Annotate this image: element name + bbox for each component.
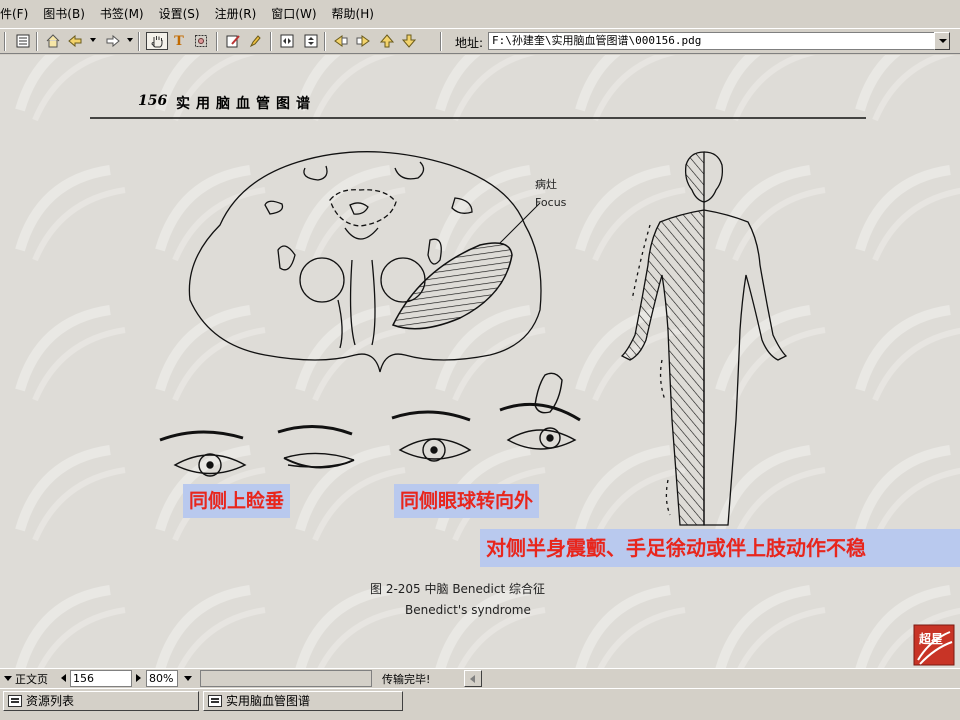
prev-page-arrow-icon[interactable]	[61, 674, 66, 682]
address-dropdown-button[interactable]	[934, 32, 950, 50]
list-icon	[8, 695, 22, 707]
menu-settings[interactable]: 设置(S)	[152, 0, 208, 28]
toolbar-separator	[216, 32, 218, 51]
annotate-icon[interactable]	[224, 32, 242, 50]
taskbar-label: 资源列表	[26, 694, 75, 708]
contents-icon[interactable]	[14, 32, 32, 50]
scroll-left-icon	[470, 675, 475, 683]
zoom-dropdown-icon[interactable]	[184, 676, 192, 681]
toolbar: T 地址: F:\孙建奎\实用脑血管图谱\000156.pdg	[0, 28, 960, 54]
menu-books[interactable]: 图书(B)	[36, 0, 93, 28]
svg-text:超星: 超星	[918, 631, 943, 646]
previous-page-icon[interactable]	[378, 32, 396, 50]
toolbar-grip	[4, 32, 6, 51]
address-input[interactable]: F:\孙建奎\实用脑血管图谱\000156.pdg	[488, 32, 936, 50]
menu-file[interactable]: 件(F)	[0, 0, 36, 28]
book-icon	[208, 695, 222, 707]
page-width-icon[interactable]	[278, 32, 296, 50]
toolbar-separator	[36, 32, 38, 51]
forward-dropdown-icon[interactable]	[127, 38, 133, 42]
back-arrow-icon[interactable]	[66, 32, 84, 50]
page-number-input[interactable]: 156	[70, 670, 132, 687]
back-dropdown-icon[interactable]	[90, 38, 96, 42]
taskbar-label: 实用脑血管图谱	[226, 694, 311, 708]
highlighter-icon[interactable]	[246, 32, 264, 50]
forward-arrow-icon[interactable]	[104, 32, 122, 50]
status-scroll-left-button[interactable]	[464, 670, 482, 687]
toolbar-separator	[324, 32, 326, 51]
address-label: 地址:	[455, 36, 484, 50]
select-region-icon[interactable]	[192, 32, 210, 50]
home-icon[interactable]	[44, 32, 62, 50]
transfer-status-text: 传输完毕!	[382, 673, 431, 686]
focus-label-cn: 病灶	[535, 177, 557, 191]
ptosis-caption: 同侧上睑垂	[183, 484, 291, 518]
scanned-page-image: 病灶 Focus 超星	[0, 55, 960, 668]
figure-caption-en: Benedict's syndrome	[405, 603, 531, 617]
toolbar-separator	[138, 32, 140, 51]
page-type-dropdown-icon[interactable]	[4, 676, 12, 681]
menu-window[interactable]: 窗口(W)	[264, 0, 324, 28]
menu-bookmarks[interactable]: 书签(M)	[93, 0, 152, 28]
last-page-icon[interactable]	[354, 32, 372, 50]
book-title-header: 实用脑血管图谱	[176, 96, 316, 112]
toolbar-separator	[270, 32, 272, 51]
zoom-input[interactable]: 80%	[146, 670, 178, 687]
menu-help[interactable]: 帮助(H)	[325, 0, 382, 28]
page-height-icon[interactable]	[302, 32, 320, 50]
next-page-icon[interactable]	[400, 32, 418, 50]
page-number: 156	[138, 93, 168, 109]
page-type-label[interactable]: 正文页	[15, 671, 48, 687]
status-bar: 正文页 156 80% 传输完毕!	[0, 668, 960, 688]
next-page-arrow-icon[interactable]	[136, 674, 141, 682]
document-viewport[interactable]: 病灶 Focus 超星 156 实用脑血管图谱 同侧上睑垂 同侧眼球转向外 对侧…	[0, 55, 960, 668]
toolbar-separator	[440, 32, 442, 51]
tremor-caption: 对侧半身震颤、手足徐动或伴上肢动作不稳	[480, 529, 960, 567]
menu-bar: 件(F) 图书(B) 书签(M) 设置(S) 注册(R) 窗口(W) 帮助(H)	[0, 0, 960, 28]
menu-register[interactable]: 注册(R)	[208, 0, 265, 28]
first-page-icon[interactable]	[332, 32, 350, 50]
focus-label-en: Focus	[535, 196, 567, 209]
taskbar-resource-list[interactable]: 资源列表	[3, 691, 199, 711]
chaoxing-logo: 超星	[913, 624, 955, 666]
status-blank-field	[200, 670, 372, 687]
text-tool-icon[interactable]: T	[170, 32, 188, 50]
taskbar-book-window[interactable]: 实用脑血管图谱	[203, 691, 403, 711]
figure-caption-cn: 图 2-205 中脑 Benedict 综合征	[370, 582, 545, 596]
hand-tool-icon[interactable]	[146, 32, 168, 50]
eye-deviation-caption: 同侧眼球转向外	[394, 484, 540, 518]
taskbar: 资源列表 实用脑血管图谱	[0, 688, 960, 720]
